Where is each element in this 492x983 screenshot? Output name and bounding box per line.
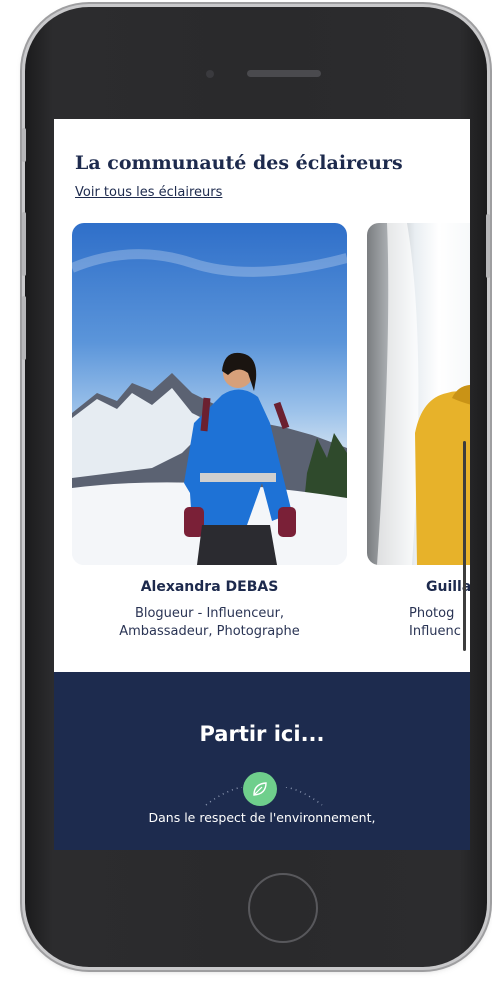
scout-role-line: Influenc [409, 624, 461, 639]
scout-card-photo[interactable] [72, 223, 347, 565]
scrollbar-thumb[interactable] [463, 441, 466, 651]
home-button[interactable] [248, 873, 318, 943]
scout-photo-illustration [72, 249, 347, 565]
scout-name: Guilla [426, 579, 470, 595]
promo-section: Partir ici... Dans le respect de l'envir… [54, 672, 470, 850]
power-button [486, 214, 490, 278]
scout-role-line: Blogueur - Influenceur, [134, 606, 285, 621]
leaf-icon [243, 772, 277, 806]
volume-down-button [22, 296, 26, 360]
promo-text: Dans le respect de l'environnement, [148, 810, 376, 825]
mute-switch [22, 128, 26, 162]
promo-title: Partir ici... [199, 722, 325, 746]
scout-role: Blogueur - Influenceur, Ambassadeur, Pho… [72, 605, 347, 641]
scout-role: Photog Influenc [399, 605, 470, 641]
section-title: La communauté des éclaireurs [75, 152, 403, 174]
earpiece-speaker [247, 70, 321, 77]
scout-role-line: Ambassadeur, Photographe [119, 624, 300, 639]
scout-name: Alexandra DEBAS [140, 579, 279, 595]
scout-role-line: Photog [409, 606, 455, 621]
front-camera [206, 70, 214, 78]
volume-up-button [22, 212, 26, 276]
see-all-scouts-link[interactable]: Voir tous les éclaireurs [75, 185, 222, 200]
scout-card-photo[interactable] [367, 223, 470, 565]
dotted-line-icon [205, 787, 243, 806]
scout-card-info: Alexandra DEBAS Blogueur - Influenceur, … [72, 579, 347, 641]
dotted-line-icon [285, 787, 323, 806]
scout-photo-illustration [377, 223, 470, 565]
scout-card-info: Guilla Photog Influenc [399, 579, 470, 641]
phone-screen: La communauté des éclaireurs Voir tous l… [54, 119, 470, 850]
